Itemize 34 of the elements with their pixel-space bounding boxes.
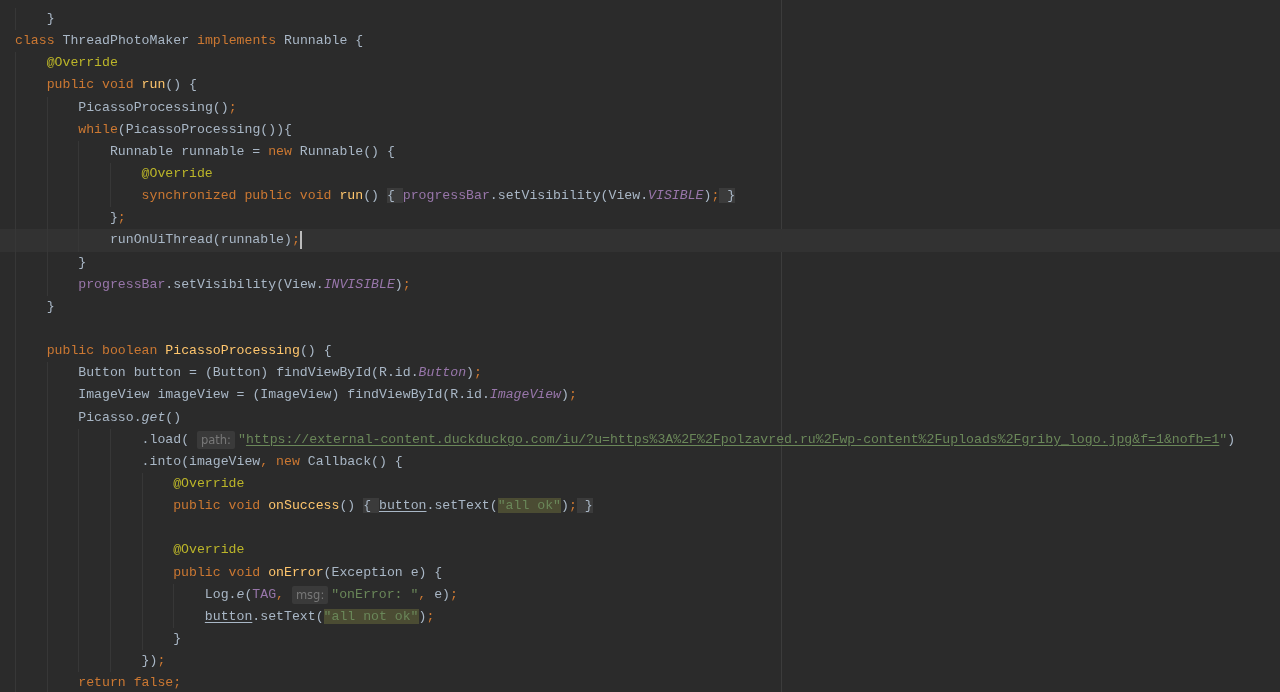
code-text: Runnable runnable = new Runnable() { xyxy=(109,142,395,161)
code-text: } xyxy=(46,10,55,28)
code-text: } xyxy=(173,629,182,648)
code-text: while(PicassoProcessing()){ xyxy=(78,120,292,139)
code-text: @Override xyxy=(46,54,118,73)
code-text: runOnUiThread(runnable); xyxy=(109,231,300,250)
code-text: return false; xyxy=(78,674,182,692)
code-text: class ThreadPhotoMaker implements Runnable { xyxy=(15,32,364,51)
code-text: .into(imageView, new Callback() { xyxy=(141,452,403,471)
code-text: Picasso.get() xyxy=(78,408,182,427)
code-text: public boolean PicassoProcessing() { xyxy=(46,342,332,361)
code-text: synchronized public void run() { progressBar.setVisibility(View.VISIBLE); } xyxy=(141,187,736,206)
code-text: Button button = (Button) findViewById(R.id.Button); xyxy=(78,364,482,383)
code-text: } xyxy=(78,253,87,272)
code-text: @Override xyxy=(173,541,245,560)
code-text: public void onError(Exception e) { xyxy=(173,563,443,582)
code-text: PicassoProcessing(); xyxy=(78,98,237,117)
code-text: }); xyxy=(141,652,166,671)
text-caret xyxy=(299,231,302,250)
code-text: public void onSuccess() { button.setText("all ok"); } xyxy=(173,497,593,516)
code-editor[interactable] xyxy=(0,0,1280,692)
code-text: }; xyxy=(109,209,126,228)
code-text: } xyxy=(46,297,55,316)
code-text: "onError: ", e); xyxy=(331,585,458,604)
parameter-hint: path: xyxy=(196,430,235,449)
code-text: @Override xyxy=(173,474,245,493)
code-text: Log.e(TAG, xyxy=(204,585,285,604)
code-text: public void run() { xyxy=(46,76,197,95)
code-text: progressBar.setVisibility(View.INVISIBLE); xyxy=(78,275,411,294)
code-text: @Override xyxy=(141,165,213,183)
code-text: ImageView imageView = (ImageView) findViewById(R.id.ImageView); xyxy=(78,386,577,405)
code-text: "https://external-content.duckduckgo.com/iu/?u=https%3A%2F%2Fpolzavred.ru%2Fwp-content%2Fuploads%2Fgriby_logo.jpg&f=1&nofb=1") xyxy=(238,430,1236,449)
code-text: .load( xyxy=(141,430,191,449)
parameter-hint: msg: xyxy=(291,585,329,604)
